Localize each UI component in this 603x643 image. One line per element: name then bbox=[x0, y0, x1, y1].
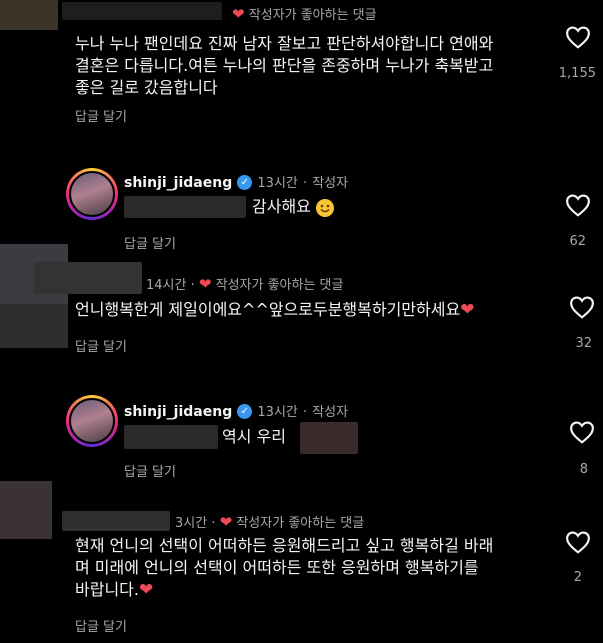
comment-header: shinji_jidaeng ✓ 13시간 · 작성자 bbox=[124, 404, 349, 420]
timestamp: 3시간 bbox=[175, 516, 208, 531]
author-avatar[interactable] bbox=[66, 395, 118, 447]
avatar[interactable] bbox=[0, 481, 52, 539]
author-avatar[interactable] bbox=[66, 168, 118, 220]
like-count: 2 bbox=[573, 570, 582, 585]
timestamp: 14시간 bbox=[146, 278, 187, 293]
verified-badge-icon: ✓ bbox=[237, 175, 253, 190]
red-heart-emoji-icon: ❤ bbox=[460, 300, 475, 320]
avatar-blur-lower bbox=[0, 304, 68, 348]
comment-header: 14시간 · ❤ 작성자가 좋아하는 댓글 bbox=[146, 275, 344, 293]
comment-text: 역시 우리 bbox=[222, 427, 286, 446]
reply-button[interactable]: 답글 달기 bbox=[124, 233, 176, 252]
verified-badge-icon: ✓ bbox=[237, 404, 253, 419]
redacted-username bbox=[34, 262, 142, 294]
liked-by-author-badge: 작성자가 좋아하는 댓글 bbox=[236, 516, 365, 531]
reply-button[interactable]: 답글 달기 bbox=[75, 106, 127, 125]
redacted-name bbox=[300, 422, 358, 454]
redacted-username bbox=[62, 2, 222, 20]
smile-emoji-icon bbox=[315, 198, 334, 217]
heart-outline-icon[interactable] bbox=[565, 193, 591, 217]
like-count: 1,155 bbox=[558, 66, 596, 81]
username[interactable]: shinji_jidaeng bbox=[124, 404, 232, 420]
redacted-mention bbox=[124, 425, 218, 449]
liked-by-author-badge: 작성자가 좋아하는 댓글 bbox=[215, 278, 344, 293]
avatar-image bbox=[69, 398, 115, 444]
avatar-image bbox=[69, 171, 115, 217]
timestamp: 13시간 bbox=[257, 405, 298, 420]
redacted-mention bbox=[124, 196, 246, 218]
heart-filled-icon: ❤ bbox=[232, 5, 245, 23]
like-count: 8 bbox=[579, 462, 588, 477]
comment-header: 3시간 · ❤ 작성자가 좋아하는 댓글 bbox=[175, 513, 365, 531]
timestamp: 13시간 bbox=[257, 176, 298, 191]
heart-outline-icon[interactable] bbox=[569, 420, 595, 444]
comment-text: 언니행복한게 제일이에요^^앞으로두분행복하기만하세요❤ bbox=[75, 300, 475, 320]
like-count: 62 bbox=[569, 234, 586, 249]
heart-outline-icon[interactable] bbox=[565, 530, 591, 554]
like-count: 32 bbox=[575, 336, 592, 351]
avatar[interactable] bbox=[0, 0, 58, 30]
comment-header: shinji_jidaeng ✓ 13시간 · 작성자 bbox=[124, 175, 349, 191]
comment-text: 누나 누나 팬인데요 진짜 남자 잘보고 판단하셔야합니다 연애와 결혼은 다릅… bbox=[75, 34, 494, 97]
liked-by-author-badge: ❤ 작성자가 좋아하는 댓글 bbox=[232, 5, 377, 23]
author-tag: 작성자 bbox=[312, 405, 349, 420]
redacted-username bbox=[62, 511, 170, 531]
comment-text: 감사해요 bbox=[252, 196, 334, 218]
author-tag: 작성자 bbox=[312, 176, 349, 191]
red-heart-emoji-icon: ❤ bbox=[138, 580, 154, 600]
heart-filled-icon: ❤ bbox=[198, 275, 212, 293]
comment-text: 현재 언니의 선택이 어떠하든 응원해드리고 싶고 행복하길 바래 며 미래에 … bbox=[75, 536, 494, 600]
heart-outline-icon[interactable] bbox=[565, 25, 591, 49]
username[interactable]: shinji_jidaeng bbox=[124, 175, 232, 191]
reply-button[interactable]: 답글 달기 bbox=[75, 616, 127, 635]
heart-outline-icon[interactable] bbox=[569, 295, 595, 319]
reply-button[interactable]: 답글 달기 bbox=[124, 461, 176, 480]
heart-filled-icon: ❤ bbox=[219, 513, 233, 531]
reply-button[interactable]: 답글 달기 bbox=[75, 336, 127, 355]
